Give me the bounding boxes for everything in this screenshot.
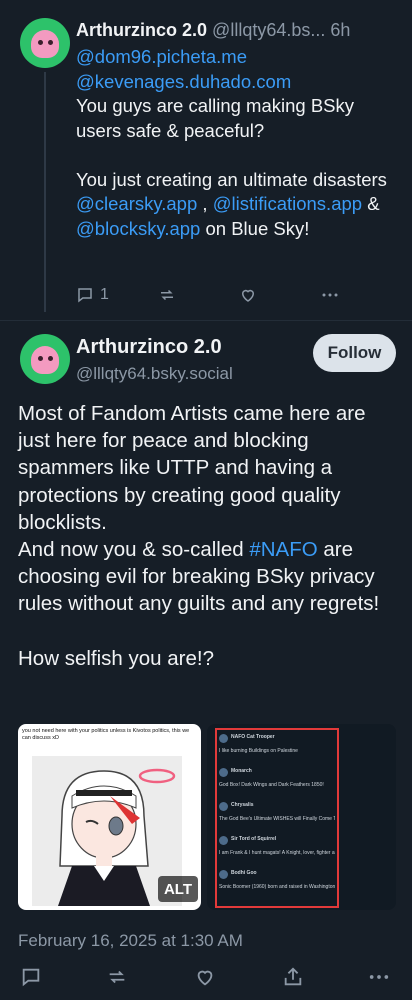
alt-text-badge[interactable]: ALT [158, 876, 198, 902]
avatar-eye-right [48, 40, 53, 45]
reply-paragraph-1: You guys are calling making BSky users s… [76, 95, 354, 141]
avatar-eye-left [38, 356, 43, 361]
notification-name: Bodhi Goo [231, 870, 257, 876]
main-paragraph-3: How selfish you are!? [18, 646, 214, 670]
main-post-actions [0, 966, 412, 992]
reply-post-header: Arthurzinco 2.0 @lllqty64.bs... 6h [76, 20, 396, 41]
main-paragraph-2a: And now you & so-called [18, 538, 250, 562]
reply-tail-text: on Blue Sky! [200, 217, 310, 239]
thread-line [44, 72, 46, 312]
notification-name: Monarch [231, 768, 252, 774]
repost-button[interactable] [158, 286, 176, 304]
main-post-text: Most of Fandom Artists came here are jus… [18, 400, 403, 672]
heart-icon [241, 289, 255, 302]
notification-avatar [219, 836, 228, 845]
mention-link[interactable]: @listifications.app [213, 193, 362, 214]
notification-text: The God Bee's Ultimate WISHES will Final… [219, 816, 335, 822]
notification-avatar [219, 734, 228, 743]
author-handle[interactable]: @lllqty64.bs... [212, 20, 325, 40]
like-button[interactable] [194, 966, 216, 988]
notification-text: God Box! Dark Wings and Dark Feathers 18… [219, 782, 324, 788]
image-caption: you not need here with your politics unl… [22, 728, 198, 742]
author-name[interactable]: Arthurzinco 2.0 [76, 336, 222, 359]
mention-link[interactable]: @blocksky.app [76, 218, 200, 239]
reply-post-text: @dom96.picheta.me @kevenages.duhado.com … [76, 45, 396, 241]
reply-post-actions: 1 [76, 286, 376, 308]
follow-button[interactable]: Follow [313, 334, 396, 372]
share-icon [284, 967, 302, 986]
mention-link[interactable]: @kevenages.duhado.com [76, 71, 291, 92]
avatar-character [31, 346, 59, 374]
post-time: 6h [330, 20, 351, 40]
repost-icon [109, 970, 125, 984]
notification-name: Chrysalis [231, 802, 254, 808]
more-options-button[interactable] [320, 286, 340, 304]
notification-text: I like burning Buildings on Palestine [219, 748, 298, 754]
notification-name: Sir Tord of Squirrel [231, 836, 277, 842]
reply-count: 1 [100, 286, 109, 303]
more-icon [322, 293, 338, 297]
avatar-eye-right [48, 356, 53, 361]
mention-link[interactable]: @clearsky.app [76, 193, 197, 214]
reply-icon [78, 288, 92, 303]
heart-icon [197, 970, 213, 986]
notification-avatar [219, 870, 228, 879]
avatar[interactable] [20, 334, 70, 384]
share-button[interactable] [282, 966, 304, 988]
reply-post[interactable]: Arthurzinco 2.0 @lllqty64.bs... 6h @dom9… [76, 20, 396, 241]
reply-paragraph-2: You just creating an ultimate disasters [76, 168, 387, 190]
more-icon [369, 975, 389, 979]
punctuation: & [362, 193, 380, 214]
mention-link[interactable]: @dom96.picheta.me [76, 46, 247, 67]
notification-text: I am Frank & I hunt magats! A Knight, lo… [219, 850, 335, 856]
more-options-button[interactable] [368, 966, 390, 988]
notification-name: NAFO Cat Trooper [231, 734, 275, 740]
notification-avatar [219, 802, 228, 811]
main-paragraph-1: Most of Fandom Artists came here are jus… [18, 402, 366, 534]
notification-text: Sonic Boomer (1960) born and raised in W… [219, 884, 335, 890]
avatar[interactable] [20, 18, 70, 68]
notification-avatar [219, 768, 228, 777]
post-timestamp: February 16, 2025 at 1:30 AM [18, 931, 243, 950]
reply-icon [22, 968, 40, 987]
hashtag-link[interactable]: #NAFO [249, 538, 317, 561]
repost-button[interactable] [106, 966, 128, 988]
avatar-character [31, 30, 59, 58]
like-button[interactable] [239, 286, 257, 304]
post-image-2[interactable]: NAFO Cat Trooper I like burning Buildings… [207, 724, 396, 910]
avatar-eye-left [38, 40, 43, 45]
divider [0, 320, 412, 321]
punctuation: , [197, 193, 208, 214]
author-name[interactable]: Arthurzinco 2.0 [76, 20, 207, 40]
repost-icon [161, 289, 173, 301]
reply-button[interactable] [20, 966, 42, 988]
reply-button[interactable]: 1 [76, 286, 109, 304]
author-handle[interactable]: @lllqty64.bsky.social [76, 364, 233, 384]
